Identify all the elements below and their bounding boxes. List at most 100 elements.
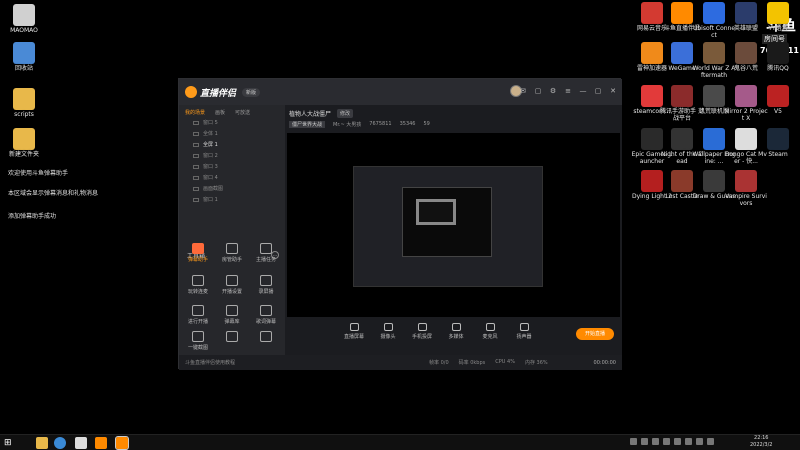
app-icon-label: Vampire Survivors — [725, 193, 767, 207]
scene-item[interactable]: 窗口 5 — [179, 117, 285, 128]
mail-icon[interactable]: ✉ — [518, 86, 528, 96]
tool-icon — [226, 305, 238, 316]
folder-icon — [13, 128, 35, 150]
title-bar: 直播伴侣 新版 ✉ ▢ ⚙ ≡ — ▢ ✕ — [179, 79, 622, 105]
scene-list: 窗口 5 全体 1 全屏 1 窗口 2 窗口 3 窗口 4 画面截图窗口 1 — [179, 117, 285, 205]
toolbox-item[interactable]: 歌词弹幕 — [251, 305, 281, 325]
file-explorer-icon[interactable] — [36, 437, 48, 449]
toolbox-item[interactable] — [251, 331, 281, 344]
live-preview[interactable] — [287, 133, 620, 317]
scene-label: 窗口 3 — [203, 164, 218, 170]
live-companion-window: 直播伴侣 新版 ✉ ▢ ⚙ ≡ — ▢ ✕ 我的场景 画板 可放送 窗口 5 全体… — [178, 78, 622, 370]
toolbox-item[interactable]: 弹幕库 — [217, 305, 247, 325]
microphone-button[interactable]: 麦克风 — [479, 321, 501, 340]
edit-title-button[interactable]: 修改 — [337, 109, 354, 118]
window-controls: ✉ ▢ ⚙ ≡ — ▢ ✕ — [518, 86, 618, 96]
tab-my-scenes[interactable]: 我的场景 — [185, 109, 205, 116]
maximize-icon[interactable]: ▢ — [593, 86, 603, 96]
tutorial-link[interactable]: 斗鱼直播伴侣使用教程 — [185, 359, 235, 366]
screen-capture-button[interactable]: 直播屏幕 — [343, 321, 365, 340]
eye-icon[interactable] — [193, 186, 199, 191]
eye-icon[interactable] — [193, 164, 199, 169]
tray-icon[interactable] — [652, 438, 659, 445]
toolbox-item[interactable]: 弹幕助手 — [183, 243, 213, 263]
app-icon — [735, 85, 757, 107]
system-tray — [630, 438, 714, 445]
monitor-icon — [349, 323, 359, 331]
tray-icon[interactable] — [696, 438, 703, 445]
toolbox-item[interactable]: 开播设置 — [217, 275, 247, 295]
eye-icon[interactable] — [193, 142, 199, 147]
tray-icon[interactable] — [674, 438, 681, 445]
settings-icon[interactable]: ⚙ — [548, 86, 558, 96]
camera-button[interactable]: 摄像头 — [377, 321, 399, 340]
app-icon — [671, 42, 693, 64]
tab-broadcastable[interactable]: 可放送 — [235, 109, 250, 116]
scene-item[interactable]: 窗口 3 — [179, 161, 285, 172]
scene-sidebar: 我的场景 画板 可放送 窗口 5 全体 1 全屏 1 窗口 2 窗口 3 窗口 4 画面截图… — [179, 105, 285, 370]
desktop-icon-maomao[interactable]: MAOMAO — [2, 4, 46, 35]
desktop-icon-new-folder[interactable]: 新建文件夹 — [2, 128, 46, 159]
tray-icon[interactable] — [630, 438, 637, 445]
eye-icon[interactable] — [193, 175, 199, 180]
toolbox-item[interactable]: 玩转连麦 — [183, 275, 213, 295]
toolbox-item[interactable]: 主播任务 — [251, 243, 281, 263]
toolbox-item[interactable]: 一键截图 — [183, 331, 213, 351]
minimize-icon[interactable]: — — [578, 86, 588, 96]
live-companion-taskbar-icon[interactable] — [115, 436, 129, 450]
tray-icon[interactable] — [641, 438, 648, 445]
multimedia-button[interactable]: 多媒体 — [445, 321, 467, 340]
category-badge[interactable]: 僵尸世界大战 — [289, 121, 326, 128]
toolbox-item[interactable]: 录屏播 — [251, 275, 281, 295]
app-icon — [735, 2, 757, 24]
live-timer: 00:00:00 — [593, 359, 616, 366]
tray-icon[interactable] — [663, 438, 670, 445]
wechat-icon[interactable] — [75, 437, 87, 449]
windows-start-icon[interactable]: ⊞ — [4, 438, 14, 448]
tab-canvas[interactable]: 画板 — [215, 109, 225, 116]
eye-icon[interactable] — [193, 120, 199, 125]
scene-label: 窗口 1 — [203, 197, 218, 203]
tool-label: 歌词弹幕 — [255, 319, 276, 325]
eye-icon[interactable] — [193, 131, 199, 136]
douyu-icon[interactable] — [95, 437, 107, 449]
toolbox-item[interactable] — [217, 331, 247, 344]
scene-item[interactable]: 画面截图 — [179, 183, 285, 194]
desktop-icon-app[interactable]: Steam — [756, 128, 800, 159]
skin-icon[interactable]: ▢ — [533, 86, 543, 96]
danmu-notice-area: 本区域会显示弹幕消息和礼物消息 — [8, 190, 99, 197]
eye-icon[interactable] — [193, 197, 199, 202]
desktop-icon-scripts[interactable]: scripts — [2, 88, 46, 119]
scene-item[interactable]: 窗口 2 — [179, 150, 285, 161]
close-icon[interactable]: ✕ — [608, 86, 618, 96]
toolbox-item[interactable]: 房管助手 — [217, 243, 247, 263]
desktop-icon-app[interactable]: 腾讯QQ — [756, 42, 800, 73]
desktop-icon-app[interactable]: V5 — [756, 85, 800, 116]
scene-item[interactable]: 窗口 4 — [179, 172, 285, 183]
go-live-button[interactable]: 开始直播 — [576, 328, 614, 340]
recycle-bin-icon — [13, 42, 35, 64]
tray-icon[interactable] — [685, 438, 692, 445]
speaker-button[interactable]: 扬声器 — [513, 321, 535, 340]
desktop-icon-app[interactable]: YY语音 — [756, 2, 800, 33]
toolbox-item[interactable]: 进行开播 — [183, 305, 213, 325]
scene-label: 窗口 5 — [203, 120, 218, 126]
chrome-icon[interactable] — [54, 437, 66, 449]
taskbar-clock[interactable]: 22:16 2022/3/2 — [750, 435, 772, 449]
scene-item[interactable]: 全屏 1 — [179, 139, 285, 150]
app-icon-label: 腾讯QQ — [767, 65, 789, 72]
app-icon — [703, 85, 725, 107]
desktop-icon-app[interactable]: Vampire Survivors — [724, 170, 768, 208]
scene-item[interactable]: 全体 1 — [179, 128, 285, 139]
scene-item[interactable]: 窗口 1 — [179, 194, 285, 205]
version-badge[interactable]: 新版 — [242, 87, 261, 97]
app-icon — [703, 2, 725, 24]
scene-label: 全体 1 — [203, 131, 218, 137]
menu-icon[interactable]: ≡ — [563, 86, 573, 96]
desktop-icon-recycle-bin[interactable]: 回收站 — [2, 42, 46, 73]
fps-stat: 帧率 0/0 — [429, 360, 449, 366]
eye-icon[interactable] — [193, 153, 199, 158]
phone-cast-button[interactable]: 手机投屏 — [411, 321, 433, 340]
tray-icon[interactable] — [707, 438, 714, 445]
scene-label: 窗口 4 — [203, 175, 218, 181]
